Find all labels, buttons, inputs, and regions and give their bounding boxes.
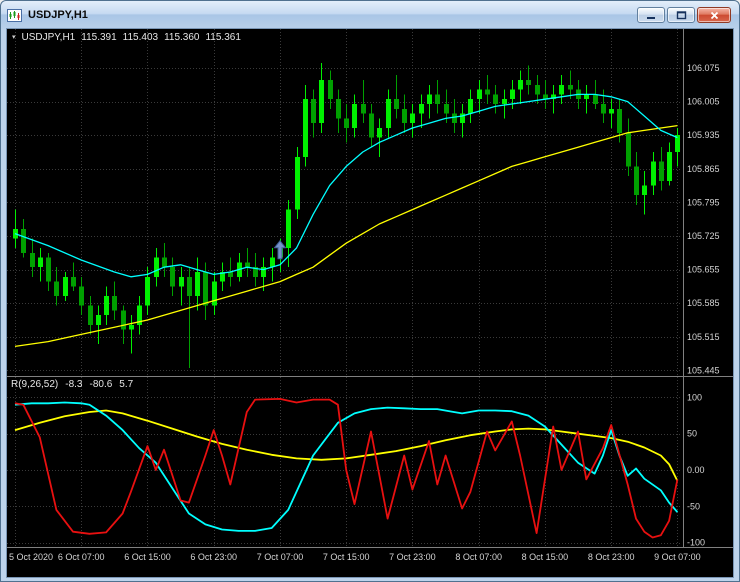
ohlc-label: ▾ USDJPY,H1 115.391 115.403 115.360 115.…: [12, 32, 241, 43]
minimize-button[interactable]: [637, 7, 665, 23]
chart-window: USDJPY,H1 106.075 106.005 105.935 105.865 10…: [0, 0, 740, 582]
indicator-axis-label: -50: [687, 501, 700, 511]
price-axis-label: 105.585: [687, 298, 720, 308]
close-icon: [710, 8, 719, 23]
price-axis-label: 105.795: [687, 197, 720, 207]
time-axis-label: 8 Oct 23:00: [588, 552, 635, 562]
ohlc-high: 115.403: [122, 32, 159, 43]
price-axis-label: 105.725: [687, 231, 720, 241]
indicator-value-2: -80.6: [89, 379, 113, 390]
price-axis-label: 105.865: [687, 164, 720, 174]
grid-lines: [7, 29, 681, 547]
collapse-arrow-icon[interactable]: ▾: [12, 34, 16, 41]
time-axis-label: 6 Oct 15:00: [124, 552, 171, 562]
chart-window-icon: [7, 8, 22, 22]
time-axis-label: 7 Oct 15:00: [323, 552, 370, 562]
minimize-icon: [646, 8, 656, 23]
price-axis-label: 105.655: [687, 265, 720, 275]
time-axis-label: 5 Oct 2020: [9, 552, 53, 562]
time-axis-label: 8 Oct 15:00: [522, 552, 569, 562]
time-axis-label: 9 Oct 07:00: [654, 552, 701, 562]
axis-labels: 106.075 106.005 105.935 105.865 105.795 105.7…: [9, 63, 720, 562]
indicator-axis-label: 50: [687, 429, 697, 439]
chart-client-area[interactable]: 106.075 106.005 105.935 105.865 105.795 105.7…: [7, 29, 733, 577]
indicator-axis-label: -100: [687, 538, 705, 548]
indicator-axis-label: 0.00: [687, 465, 705, 475]
ohlc-low: 115.360: [164, 32, 200, 43]
time-axis-label: 6 Oct 07:00: [58, 552, 105, 562]
chart-canvas[interactable]: 106.075 106.005 105.935 105.865 105.795 105.7…: [7, 29, 733, 577]
titlebar[interactable]: USDJPY,H1: [1, 1, 739, 29]
indicator-value-3: 5.7: [119, 379, 134, 390]
ohlc-close: 115.361: [205, 32, 241, 43]
time-axis-label: 6 Oct 23:00: [190, 552, 237, 562]
price-axis-label: 105.445: [687, 365, 720, 375]
price-axis-label: 106.005: [687, 97, 720, 107]
ohlc-open: 115.391: [81, 32, 117, 43]
price-axis-label: 105.515: [687, 332, 720, 342]
indicator-axis-label: 100: [687, 392, 702, 402]
time-axis-label: 7 Oct 07:00: [257, 552, 304, 562]
indicator-value-1: -8.3: [65, 379, 83, 390]
maximize-button[interactable]: [667, 7, 695, 23]
time-axis-label: 8 Oct 07:00: [455, 552, 502, 562]
price-axis-label: 105.935: [687, 130, 720, 140]
indicator-name: R(9,26,52): [11, 379, 59, 390]
maximize-icon: [676, 8, 687, 23]
price-axis-label: 106.075: [687, 63, 720, 73]
buy-arrow-marker[interactable]: [273, 239, 287, 260]
window-controls: [637, 7, 733, 23]
close-button[interactable]: [697, 7, 731, 23]
time-axis-label: 7 Oct 23:00: [389, 552, 436, 562]
indicator-label: R(9,26,52) -8.3 -80.6 5.7: [11, 379, 133, 390]
ohlc-symbol: USDJPY,H1: [21, 32, 76, 43]
window-title: USDJPY,H1: [28, 9, 88, 21]
